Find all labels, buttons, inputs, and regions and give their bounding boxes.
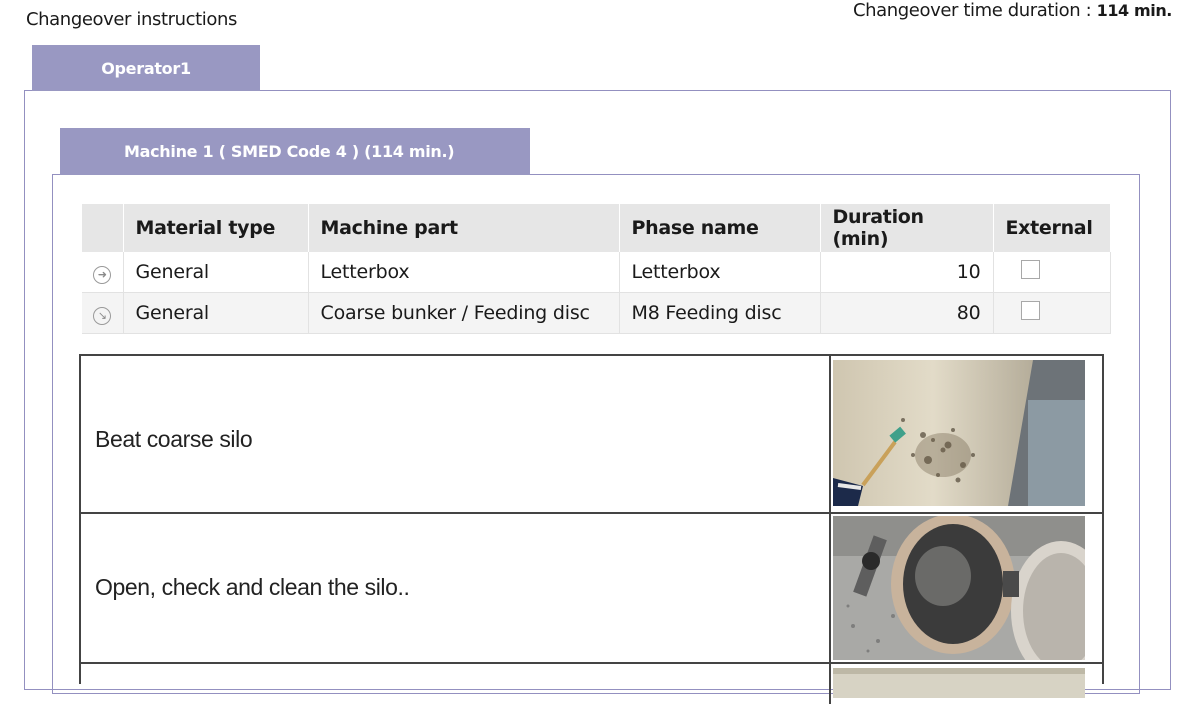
step-divider xyxy=(829,664,831,704)
duration-label: Changeover time duration : xyxy=(852,0,1092,21)
silo-opening-photo xyxy=(833,516,1085,660)
phases-table: Material type Machine part Phase name Du… xyxy=(82,204,1111,334)
table-row[interactable]: ↘ General Coarse bunker / Feeding disc M… xyxy=(82,292,1111,334)
material-type-cell: General xyxy=(123,292,309,334)
step-text: Open, check and clean the silo.. xyxy=(95,574,410,600)
row-icon-cell: ➜ xyxy=(82,252,124,293)
changeover-duration: Changeover time duration : 114 min. xyxy=(853,0,1172,21)
material-type-cell: General xyxy=(123,252,309,293)
column-header-material-type[interactable]: Material type xyxy=(123,204,309,252)
instruction-steps: Beat coarse silo Open, check and clean t… xyxy=(79,354,1104,704)
table-header-row: Material type Machine part Phase name Du… xyxy=(82,204,1111,252)
instruction-step: Beat coarse silo xyxy=(81,356,1102,514)
tab-machine-1[interactable]: Machine 1 ( SMED Code 4 ) (114 min.) xyxy=(60,128,530,175)
page-title: Changeover instructions xyxy=(26,9,237,30)
duration-cell: 80 xyxy=(820,292,994,334)
machine-part-cell: Coarse bunker / Feeding disc xyxy=(308,292,620,334)
column-header-icon xyxy=(82,204,124,252)
external-checkbox[interactable] xyxy=(1020,301,1040,320)
phase-name-cell: Letterbox xyxy=(619,252,821,293)
step-text: Beat coarse silo xyxy=(95,426,253,452)
arrow-right-circle-icon[interactable]: ➜ xyxy=(93,265,112,284)
arrow-down-right-circle-icon[interactable]: ↘ xyxy=(93,306,112,325)
external-cell xyxy=(993,252,1111,293)
machine-part-cell: Letterbox xyxy=(308,252,620,293)
step-divider xyxy=(829,514,831,662)
tab-operator1[interactable]: Operator1 xyxy=(32,45,260,91)
column-header-duration[interactable]: Duration (min) xyxy=(820,204,994,252)
external-checkbox[interactable] xyxy=(1020,260,1040,279)
column-header-external[interactable]: External xyxy=(993,204,1111,252)
duration-value: 114 min. xyxy=(1096,1,1173,20)
external-cell xyxy=(993,292,1111,334)
table-row[interactable]: ➜ General Letterbox Letterbox 10 xyxy=(82,252,1111,293)
instruction-step xyxy=(81,664,1102,704)
silo-hammer-photo xyxy=(833,360,1085,506)
instruction-step: Open, check and clean the silo.. xyxy=(81,514,1102,664)
row-icon-cell: ↘ xyxy=(82,292,124,334)
next-step-photo xyxy=(833,668,1085,698)
duration-cell: 10 xyxy=(820,252,994,293)
column-header-phase-name[interactable]: Phase name xyxy=(619,204,821,252)
step-divider xyxy=(829,356,831,512)
phase-name-cell: M8 Feeding disc xyxy=(619,292,821,334)
column-header-machine-part[interactable]: Machine part xyxy=(308,204,620,252)
